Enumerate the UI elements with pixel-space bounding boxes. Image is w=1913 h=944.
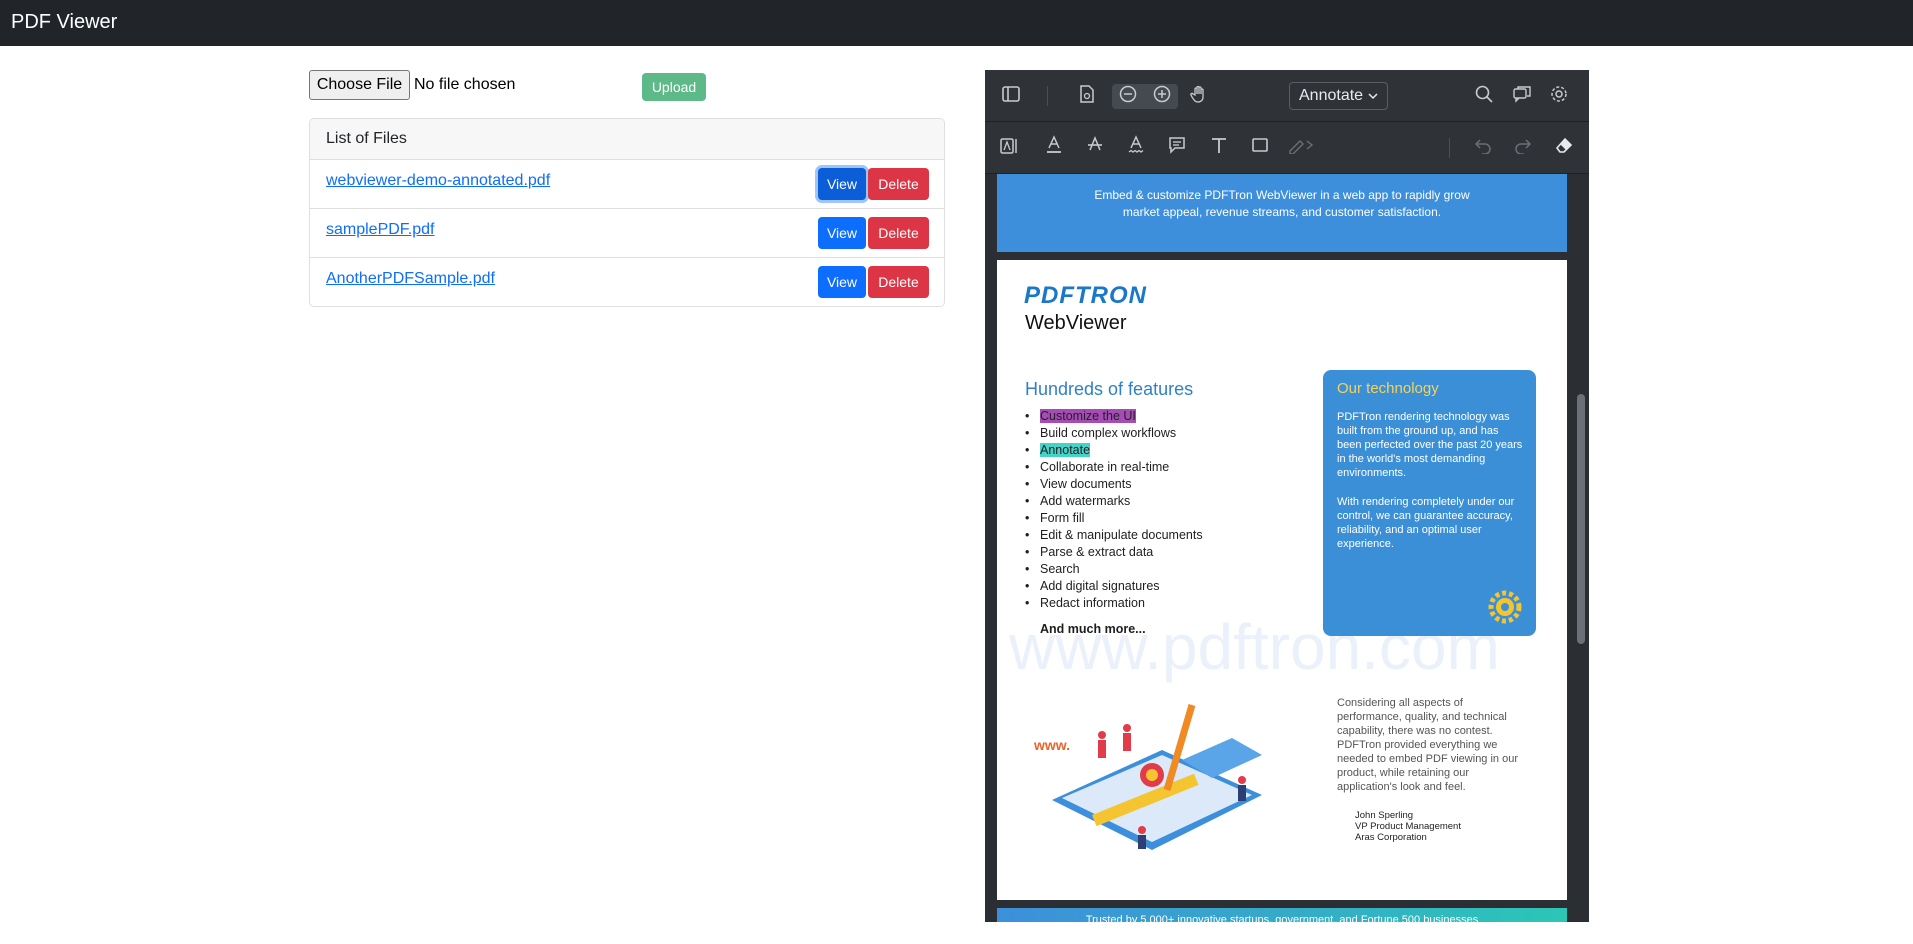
list-item: webviewer-demo-annotated.pdf View Delete: [310, 160, 944, 209]
file-link[interactable]: AnotherPDFSample.pdf: [326, 270, 495, 288]
free-text-sticky-icon[interactable]: [997, 137, 1021, 160]
sidebar-toggle-icon[interactable]: [999, 85, 1023, 108]
mode-select[interactable]: Annotate: [1289, 82, 1388, 110]
upload-form: Choose File No file chosen Upload: [309, 70, 945, 102]
technology-paragraph: PDFTron rendering technology was built f…: [1337, 411, 1523, 479]
page-3: Trusted by 5,000+ innovative startups, g…: [997, 908, 1567, 922]
page1-banner: Embed & customize PDFTron WebViewer in a…: [1037, 187, 1527, 221]
rectangle-icon[interactable]: [1248, 136, 1272, 159]
list-item: Build complex workflows: [1025, 425, 1203, 442]
technology-paragraph: With rendering completely under our cont…: [1337, 496, 1515, 550]
page-fit-icon[interactable]: [1075, 85, 1099, 108]
list-item: Customize the UI: [1025, 408, 1203, 425]
feature-list: Customize the UI Build complex workflows…: [1025, 408, 1203, 612]
comments-icon[interactable]: [1510, 85, 1534, 108]
toolbar-divider: [1449, 138, 1450, 158]
signer-title: VP Product Management: [1355, 821, 1461, 832]
search-icon[interactable]: [1472, 85, 1496, 108]
highlight-annotation[interactable]: Annotate: [1040, 443, 1091, 457]
list-item: Add digital signatures: [1025, 578, 1203, 595]
customer-quote: Considering all aspects of performance, …: [1337, 697, 1518, 793]
list-item: samplePDF.pdf View Delete: [310, 209, 944, 258]
zoom-out-icon[interactable]: [1116, 85, 1140, 108]
file-link[interactable]: webviewer-demo-annotated.pdf: [326, 172, 550, 190]
mode-select-value: Annotate: [1299, 87, 1364, 104]
underline-icon[interactable]: [1042, 135, 1066, 160]
list-item: View documents: [1025, 476, 1203, 493]
eraser-icon[interactable]: [1552, 136, 1576, 159]
list-item: Annotate: [1025, 442, 1203, 459]
list-item: AnotherPDFSample.pdf View Delete: [310, 258, 944, 306]
quote-signature: John Sperling VP Product Management Aras…: [1355, 810, 1461, 843]
document-canvas[interactable]: Embed & customize PDFTron WebViewer in a…: [985, 174, 1589, 922]
list-item: Search: [1025, 561, 1203, 578]
upload-button[interactable]: Upload: [642, 73, 706, 101]
technology-box: Our technology PDFTron rendering technol…: [1323, 370, 1536, 636]
freehand-icon[interactable]: [1285, 136, 1319, 159]
annotation-toolbar: [985, 122, 1589, 174]
redo-icon[interactable]: [1511, 136, 1535, 159]
page-1: Embed & customize PDFTron WebViewer in a…: [997, 174, 1567, 252]
delete-button[interactable]: Delete: [868, 168, 929, 200]
list-item: Form fill: [1025, 510, 1203, 527]
file-link[interactable]: samplePDF.pdf: [326, 221, 435, 239]
pdf-viewer: Annotate Embed & customize PDFTron WebVi…: [985, 70, 1589, 922]
page3-banner: Trusted by 5,000+ innovative startups, g…: [1085, 914, 1479, 922]
file-list-header: List of Files: [310, 119, 944, 160]
gear-icon[interactable]: [1547, 85, 1571, 108]
chevron-down-icon: [1367, 89, 1379, 107]
pdftron-logo: PDFTRON: [1024, 282, 1147, 309]
features-title: Hundreds of features: [1025, 379, 1194, 399]
view-button[interactable]: View: [818, 217, 866, 249]
vertical-scrollbar[interactable]: [1577, 394, 1585, 644]
delete-button[interactable]: Delete: [868, 217, 929, 249]
app-brand[interactable]: PDF Viewer: [11, 11, 117, 34]
text-icon[interactable]: [1207, 136, 1231, 159]
signer-company: Aras Corporation: [1355, 832, 1427, 843]
file-panel: Choose File No file chosen Upload List o…: [309, 70, 945, 307]
file-status: No file chosen: [414, 76, 516, 93]
zoom-in-icon[interactable]: [1150, 85, 1174, 108]
comment-icon[interactable]: [1165, 136, 1189, 159]
list-item: Collaborate in real-time: [1025, 459, 1203, 476]
file-list: List of Files webviewer-demo-annotated.p…: [309, 118, 945, 307]
undo-icon[interactable]: [1471, 136, 1495, 159]
list-item: Edit & manipulate documents: [1025, 527, 1203, 544]
illustration-text: www.: [1033, 737, 1070, 753]
list-item: Add watermarks: [1025, 493, 1203, 510]
toolbar-divider: [1047, 86, 1048, 106]
page1-banner-line2: market appeal, revenue streams, and cust…: [1122, 205, 1442, 219]
viewer-header: Annotate: [985, 70, 1589, 122]
signer-name: John Sperling: [1355, 810, 1414, 821]
pan-hand-icon[interactable]: [1187, 85, 1211, 108]
strikeout-icon[interactable]: [1083, 135, 1107, 160]
delete-button[interactable]: Delete: [868, 266, 929, 298]
product-title: WebViewer: [1025, 312, 1127, 334]
highlight-annotation[interactable]: Customize the UI: [1040, 409, 1136, 423]
page1-banner-line1: Embed & customize PDFTron WebViewer in a…: [1094, 188, 1470, 202]
squiggly-icon[interactable]: [1124, 135, 1148, 160]
isometric-illustration: www.: [1033, 704, 1262, 850]
page-2: www.pdftron.com PDFTRON WebViewer Hundre…: [997, 260, 1567, 900]
choose-file-button[interactable]: Choose File: [309, 70, 410, 100]
view-button[interactable]: View: [818, 266, 866, 298]
gear-icon: [1488, 590, 1522, 633]
technology-title: Our technology: [1337, 380, 1439, 397]
list-item: Redact information: [1025, 595, 1203, 612]
view-button[interactable]: View: [818, 168, 866, 200]
list-item: Parse & extract data: [1025, 544, 1203, 561]
navbar: PDF Viewer: [0, 0, 1913, 46]
more-features: And much more...: [1040, 622, 1146, 636]
